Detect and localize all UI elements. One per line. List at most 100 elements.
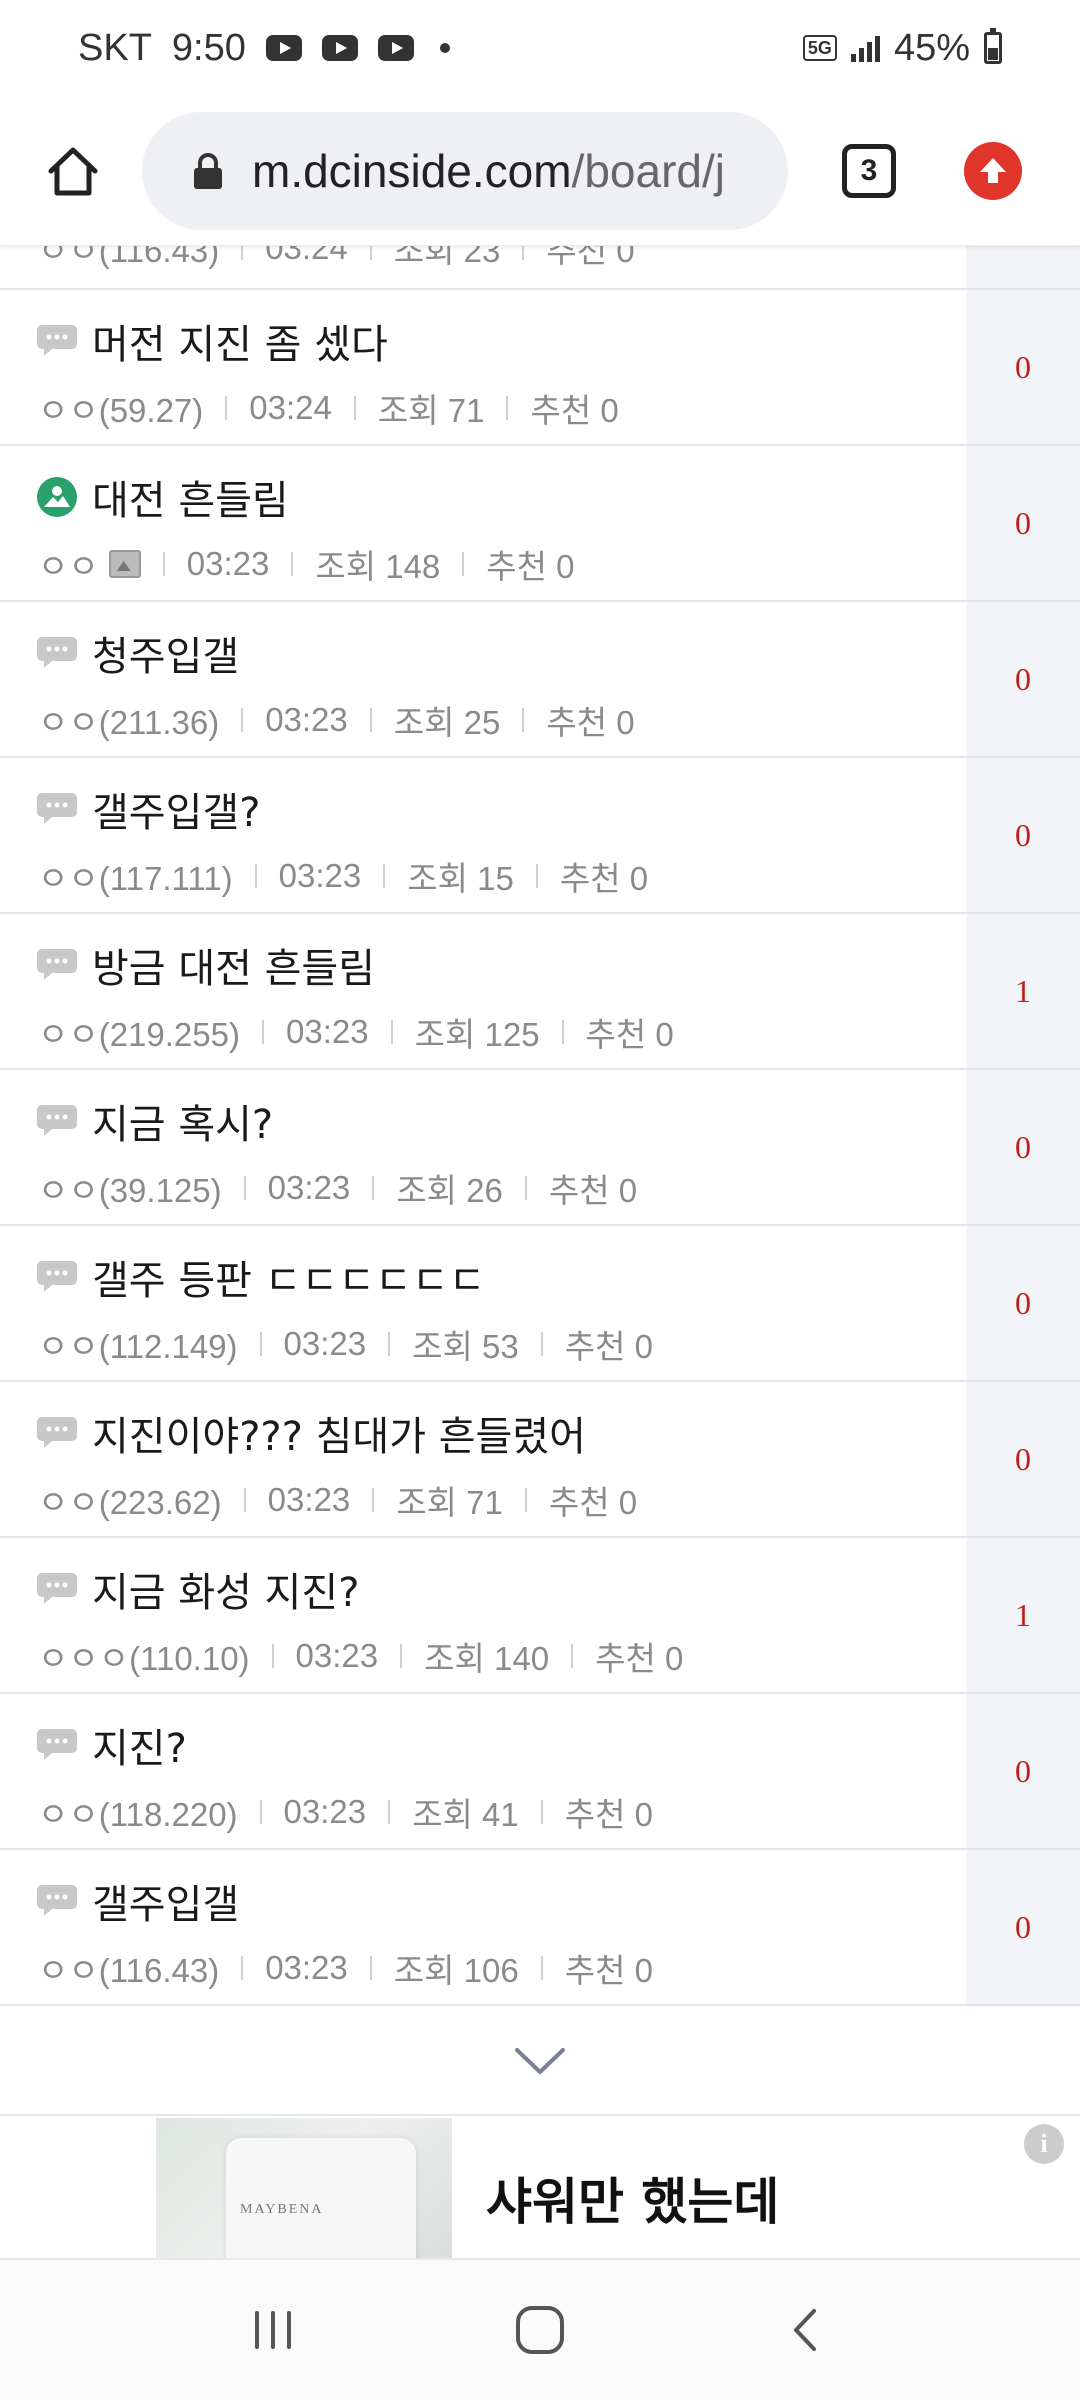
update-button[interactable]: [964, 141, 1022, 200]
youtube-notification-icon: [321, 35, 358, 61]
comment-count[interactable]: 0: [966, 290, 1080, 444]
comment-count[interactable]: 0: [966, 1070, 1080, 1224]
post-author: ㅇㅇ(211.36): [38, 704, 220, 741]
meta-divider: [524, 1488, 527, 1512]
comment-count[interactable]: 0: [966, 1382, 1080, 1536]
post-author: ㅇㅇ(59.27): [38, 392, 204, 429]
signal-icon: [850, 34, 880, 62]
post-time: 03:23: [283, 1793, 367, 1830]
post-recommend: 추천 0: [546, 704, 635, 741]
meta-divider: [241, 708, 244, 732]
post-time: 03:23: [278, 857, 362, 894]
meta-divider: [462, 552, 465, 576]
post-title: 지금 혹시?: [92, 1102, 274, 1148]
battery-icon: [984, 28, 1002, 64]
clock: 9:50: [171, 26, 246, 69]
home-icon: [48, 147, 98, 195]
meta-divider: [540, 1800, 543, 1824]
post-author: ㅇㅇ(112.149): [38, 1328, 238, 1365]
post-time: 03:23: [286, 1013, 369, 1050]
post-views: 조회 71: [377, 392, 485, 429]
comment-count[interactable]: 0: [966, 1850, 1080, 2004]
speech-bubble-icon: [36, 320, 78, 362]
post-time: 03:23: [267, 1169, 351, 1206]
home-nav-button[interactable]: [495, 2285, 585, 2375]
comment-count[interactable]: 1: [966, 1538, 1080, 1692]
url-domain: m.dcinside.com: [252, 144, 572, 197]
meta-divider: [262, 1020, 264, 1044]
post-views: 조회 140: [424, 1640, 550, 1677]
list-item[interactable]: 지금 혹시? ㅇㅇ(39.125) 03:23 조회 26 추천 0 0: [0, 1070, 1080, 1226]
ad-banner[interactable]: MAYBENA 샤워만 했는데 i: [0, 2118, 1080, 2258]
speech-bubble-icon: [36, 944, 78, 986]
back-icon: [793, 2309, 816, 2351]
list-item[interactable]: 머전 지진 좀 셌다 ㅇㅇ(59.27) 03:24 조회 71 추천 0 0: [0, 290, 1080, 446]
recent-apps-icon: [255, 2311, 292, 2349]
tab-switcher-button[interactable]: 3: [842, 143, 896, 198]
meta-divider: [254, 864, 257, 888]
meta-divider: [400, 1644, 403, 1668]
list-item[interactable]: 지금 화성 지진? ㅇㅇㅇ(110.10) 03:23 조회 140 추천 0 1: [0, 1538, 1080, 1694]
post-author: ㅇㅇ(117.111): [38, 860, 233, 897]
youtube-notification-icon: [377, 35, 414, 61]
url-path: /board/j: [571, 144, 725, 197]
comment-count[interactable]: 0: [966, 1694, 1080, 1848]
list-item[interactable]: 갤주입갤? ㅇㅇ(117.111) 03:23 조회 15 추천 0 0: [0, 758, 1080, 914]
meta-divider: [506, 396, 509, 420]
product-bottle: [226, 2138, 416, 2258]
post-recommend: 추천 0: [559, 860, 649, 897]
comment-count[interactable]: 0: [966, 1226, 1080, 1380]
list-item[interactable]: 지진이야??? 침대가 흔들렸어 ㅇㅇ(223.62) 03:23 조회 71 추천 0…: [0, 1382, 1080, 1538]
post-recommend: 추천 0: [585, 1016, 674, 1053]
more-notifications-icon: [439, 43, 450, 53]
post-title: 방금 대전 흔들림: [92, 946, 376, 992]
home-button[interactable]: [38, 136, 108, 206]
image-post-icon: [36, 476, 78, 518]
post-time: 03:23: [267, 1481, 351, 1518]
post-recommend: 추천 0: [548, 1484, 638, 1521]
chevron-down-icon: [515, 2048, 565, 2074]
comment-count[interactable]: 0: [966, 758, 1080, 912]
comment-count[interactable]: 0: [966, 446, 1080, 600]
list-item[interactable]: 갤주 등판 ㄷㄷㄷㄷㄷㄷ ㅇㅇ(112.149) 03:23 조회 53 추천 0 0: [0, 1226, 1080, 1382]
meta-divider: [571, 1644, 574, 1668]
status-bar: SKT 9:50 5G 45%: [0, 0, 1080, 96]
post-author: ㅇㅇ: [38, 548, 99, 585]
meta-divider: [372, 1176, 375, 1200]
lock-icon: [186, 149, 230, 193]
comment-count[interactable]: 0: [966, 602, 1080, 756]
browser-toolbar: m.dcinside.com/board/j 3: [0, 96, 1080, 246]
meta-divider: [383, 864, 386, 888]
youtube-notification-icon: [265, 35, 302, 61]
meta-divider: [271, 1644, 274, 1668]
post-recommend: 추천 0: [548, 1172, 638, 1209]
list-item[interactable]: 청주입갤 ㅇㅇ(211.36) 03:23 조회 25 추천 0 0: [0, 602, 1080, 758]
meta-divider: [241, 1956, 244, 1980]
comment-count[interactable]: 1: [966, 914, 1080, 1068]
info-icon[interactable]: i: [1024, 2124, 1064, 2164]
speech-bubble-icon: [36, 1100, 78, 1142]
meta-divider: [369, 1956, 372, 1980]
meta-divider: [390, 1020, 393, 1044]
speech-bubble-icon: [36, 788, 78, 830]
post-title: 지금 화성 지진?: [92, 1570, 360, 1616]
post-views: 조회 53: [412, 1328, 519, 1365]
post-title: 갤주입갤: [92, 1882, 240, 1928]
arrow-up-icon: [980, 157, 1006, 183]
post-time: 03:24: [249, 389, 332, 426]
url-text: m.dcinside.com/board/j: [252, 144, 725, 198]
meta-divider: [162, 552, 165, 576]
list-item[interactable]: 지진? ㅇㅇ(118.220) 03:23 조회 41 추천 0 0: [0, 1694, 1080, 1850]
meta-divider: [524, 1176, 527, 1200]
list-item[interactable]: 갤주입갤 ㅇㅇ(116.43) 03:23 조회 106 추천 0 0: [0, 1850, 1080, 2006]
system-nav-bar: [0, 2258, 1080, 2400]
list-item[interactable]: 방금 대전 흔들림 ㅇㅇ(219.255) 03:23 조회 125 추천 0 1: [0, 914, 1080, 1070]
load-more-button[interactable]: [0, 2008, 1080, 2116]
network-type-icon: 5G: [802, 35, 837, 61]
address-bar[interactable]: m.dcinside.com/board/j: [142, 111, 788, 230]
back-button[interactable]: [762, 2285, 852, 2375]
recent-apps-button[interactable]: [228, 2285, 318, 2375]
meta-divider: [540, 1332, 543, 1356]
post-author: ㅇㅇ(116.43): [38, 1952, 220, 1989]
list-item[interactable]: 대전 흔들림 ㅇㅇ 03:23 조회 148 추천 0 0: [0, 446, 1080, 602]
